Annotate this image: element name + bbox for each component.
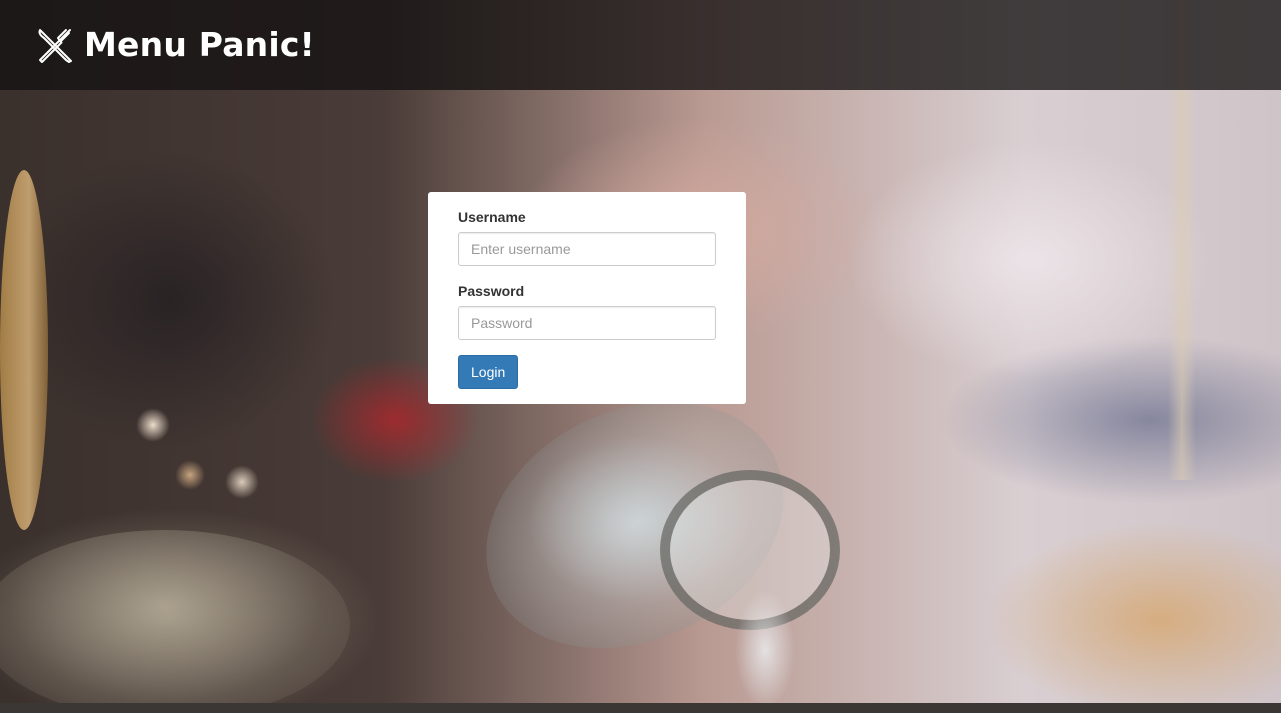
password-input[interactable] bbox=[458, 306, 716, 340]
background-decor bbox=[225, 465, 259, 499]
background-decor bbox=[136, 408, 170, 442]
password-label: Password bbox=[458, 283, 525, 299]
bottom-edge bbox=[0, 703, 1281, 713]
utensils-crossed-icon bbox=[36, 26, 74, 64]
login-form: Username Password Login bbox=[428, 192, 746, 404]
username-input[interactable] bbox=[458, 232, 716, 266]
background-decor bbox=[175, 460, 205, 490]
background-decor bbox=[0, 170, 48, 530]
username-label: Username bbox=[458, 209, 526, 225]
app-logo[interactable]: Menu Panic! bbox=[36, 26, 315, 64]
login-button[interactable]: Login bbox=[458, 355, 519, 389]
login-page: Menu Panic! Username Password Login bbox=[0, 0, 1281, 713]
app-title: Menu Panic! bbox=[84, 25, 315, 64]
background-decor bbox=[0, 530, 350, 703]
header-bar: Menu Panic! bbox=[0, 0, 1281, 90]
background-decor bbox=[735, 590, 795, 703]
